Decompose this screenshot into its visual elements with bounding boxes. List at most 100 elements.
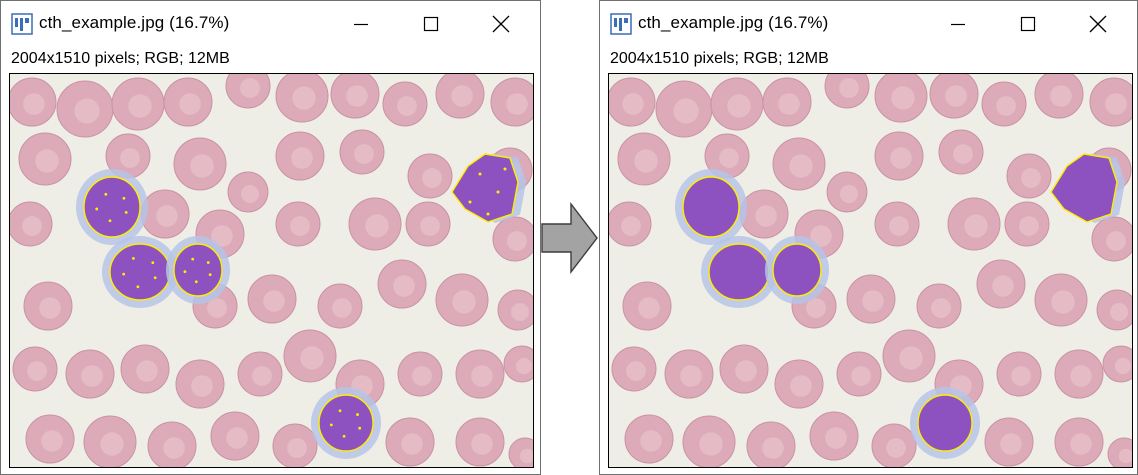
red-blood-cell-center [891, 86, 915, 110]
red-blood-cell-center [240, 78, 260, 98]
title-bar[interactable]: cth_example.jpg (16.7%) [1, 1, 540, 45]
nucleus-selection-outline[interactable] [318, 394, 374, 452]
red-blood-cell-center [626, 361, 646, 381]
red-blood-cell-center [992, 275, 1014, 297]
selection-speck [356, 413, 359, 416]
red-blood-cell-center [511, 303, 529, 321]
image-window-after[interactable]: cth_example.jpg (16.7%) 2004x1510 pixels… [599, 0, 1138, 475]
red-blood-cell-center [889, 216, 909, 236]
selection-speck [329, 423, 333, 427]
red-blood-cell-center [27, 361, 47, 381]
selection-speck [131, 256, 135, 260]
selection-speck [468, 200, 472, 204]
red-blood-cell-center [128, 94, 152, 118]
red-blood-cell-center [393, 275, 415, 297]
selection-speck [124, 210, 128, 214]
red-blood-cell-center [1110, 303, 1128, 321]
close-button[interactable] [1075, 7, 1121, 41]
nucleus-selection-outline[interactable] [682, 176, 740, 238]
red-blood-cell-center [839, 78, 859, 98]
selection-speck [153, 276, 157, 280]
close-button[interactable] [478, 7, 524, 41]
red-blood-cell-center [621, 216, 641, 236]
selection-speck [503, 167, 507, 171]
red-blood-cell-center [365, 214, 389, 238]
selection-speck [183, 270, 187, 274]
nucleus-selection-outline[interactable] [772, 243, 822, 297]
red-blood-cell-center [287, 438, 307, 458]
nucleus-selection-outline[interactable] [917, 394, 973, 452]
red-blood-cell-center [735, 360, 757, 382]
red-blood-cell-center [290, 216, 310, 236]
selection-speck [478, 172, 482, 176]
red-blood-cell-center [673, 98, 699, 124]
image-canvas[interactable] [608, 73, 1133, 468]
imagej-app-icon [610, 13, 632, 35]
maximize-icon [423, 16, 439, 32]
red-blood-cell-center [81, 365, 103, 387]
red-blood-cell-center [634, 149, 658, 173]
red-blood-cell-center [35, 149, 59, 173]
red-blood-cell-center [931, 298, 951, 318]
selection-speck [358, 426, 362, 430]
selection-speck [95, 207, 99, 211]
red-blood-cell-center [1070, 365, 1092, 387]
red-blood-cell-center [291, 147, 313, 169]
minimize-icon [354, 23, 368, 26]
maximize-button[interactable] [1005, 7, 1051, 41]
red-blood-cell-center [156, 205, 178, 227]
red-blood-cell-center [471, 365, 493, 387]
red-blood-cell-center [1021, 168, 1041, 188]
red-blood-cell-center [762, 437, 784, 459]
selection-speck [342, 434, 346, 438]
red-blood-cell-center [292, 86, 316, 110]
red-blood-cell-center [953, 144, 973, 164]
red-blood-cell-center [727, 94, 751, 118]
red-blood-cell-center [332, 298, 352, 318]
red-blood-cell-center [622, 93, 644, 115]
red-blood-cell-center [964, 214, 988, 238]
nucleus-selection-outline[interactable] [173, 243, 223, 297]
selection-speck [151, 261, 155, 265]
minimize-button[interactable] [935, 7, 981, 41]
blood-smear-image[interactable] [609, 74, 1132, 467]
selection-speck [194, 280, 198, 284]
window-title: cth_example.jpg (16.7%) [39, 13, 230, 32]
image-window-before[interactable]: cth_example.jpg (16.7%) 2004x1510 pixels… [0, 0, 541, 475]
nucleus-selection-outline[interactable] [708, 243, 770, 301]
red-blood-cell-center [1000, 433, 1022, 455]
nucleus-selection-outline[interactable] [109, 243, 171, 301]
red-blood-cell-center [699, 432, 723, 456]
close-icon [1089, 15, 1107, 33]
selection-speck [496, 190, 500, 194]
red-blood-cell-center [680, 365, 702, 387]
imagej-app-icon [11, 13, 33, 35]
red-blood-cell-center [638, 297, 660, 319]
minimize-icon [951, 23, 965, 26]
window-title: cth_example.jpg (16.7%) [638, 13, 829, 32]
red-blood-cell-center [191, 375, 213, 397]
red-blood-cell-center [163, 437, 185, 459]
red-blood-cell-center [862, 290, 884, 312]
red-blood-cell-center [1114, 357, 1132, 375]
red-blood-cell-center [39, 297, 61, 319]
red-blood-cell-center [452, 290, 476, 314]
minimize-button[interactable] [338, 7, 384, 41]
red-blood-cell-center [420, 216, 440, 236]
red-blood-cell-center [346, 85, 368, 107]
red-blood-cell-center [100, 432, 124, 456]
red-blood-cell-center [120, 148, 140, 168]
red-blood-cell-center [945, 85, 967, 107]
maximize-button[interactable] [408, 7, 454, 41]
red-blood-cell-center [412, 366, 432, 386]
selection-speck [486, 212, 490, 216]
image-canvas[interactable] [9, 73, 534, 468]
red-blood-cell-center [1050, 85, 1072, 107]
nucleus-selection-outline[interactable] [83, 176, 141, 238]
title-bar[interactable]: cth_example.jpg (16.7%) [600, 1, 1137, 45]
red-blood-cell-center [1070, 433, 1092, 455]
red-blood-cell-center [41, 430, 63, 452]
red-blood-cell-center [300, 346, 324, 370]
image-info-text: 2004x1510 pixels; RGB; 12MB [11, 50, 230, 67]
blood-smear-image[interactable] [10, 74, 533, 467]
